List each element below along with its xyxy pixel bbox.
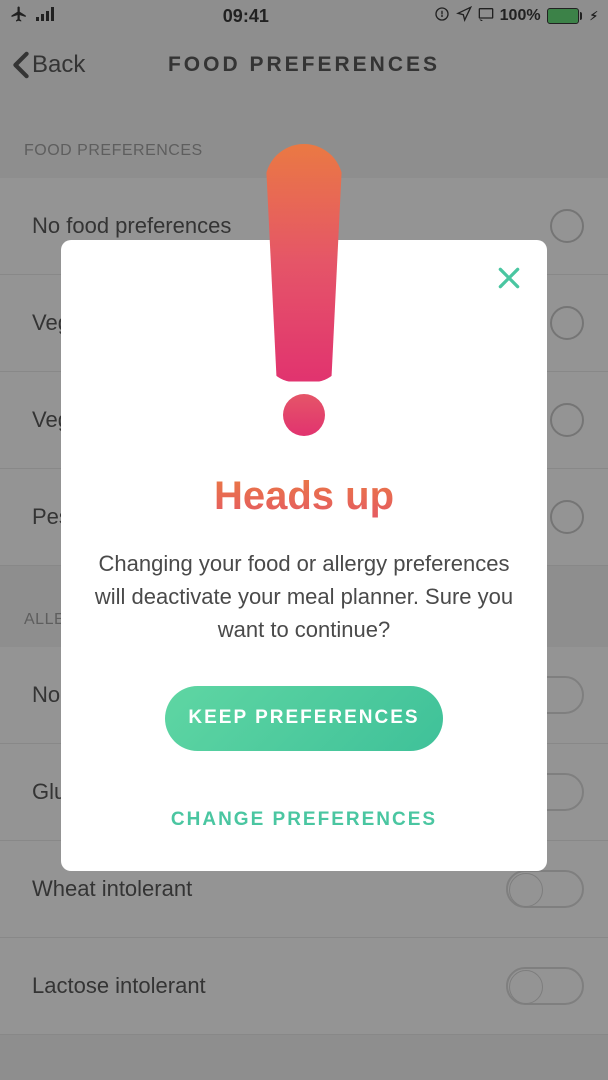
close-icon[interactable]	[493, 262, 525, 294]
change-preferences-button[interactable]: CHANGE PREFERENCES	[85, 809, 523, 831]
modal-body: Changing your food or allergy preference…	[85, 547, 523, 646]
modal: Heads up Changing your food or allergy p…	[61, 240, 547, 871]
exclamation-icon	[265, 144, 343, 436]
modal-overlay[interactable]: Heads up Changing your food or allergy p…	[0, 0, 608, 1080]
modal-title: Heads up	[85, 474, 523, 519]
keep-preferences-button[interactable]: KEEP PREFERENCES	[165, 686, 443, 751]
